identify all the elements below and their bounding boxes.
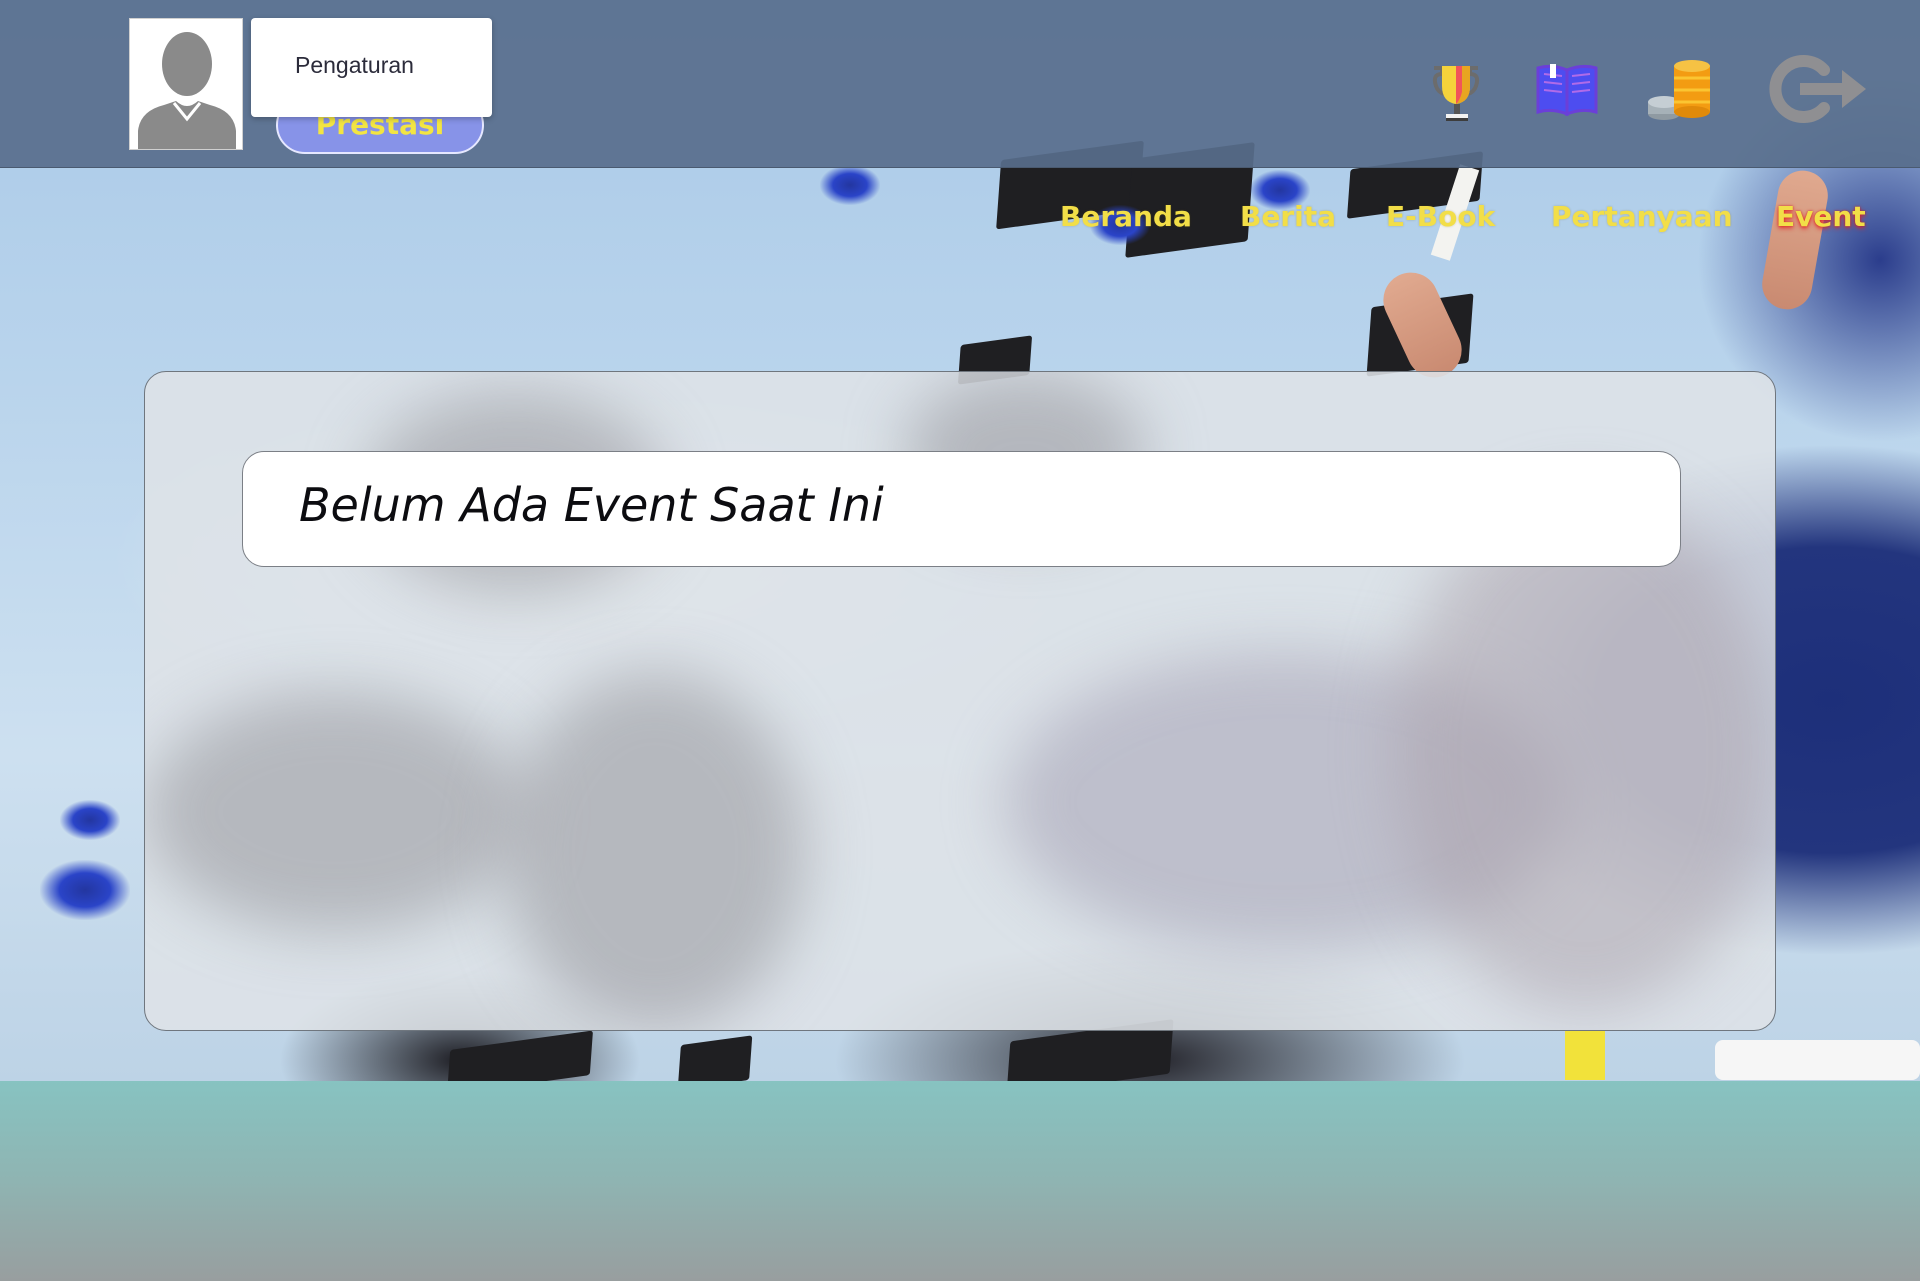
empty-event-message: Belum Ada Event Saat Ini — [299, 478, 884, 532]
blurred-shape — [145, 692, 525, 932]
blurred-shape — [1395, 492, 1775, 1012]
avatar[interactable] — [129, 18, 243, 150]
nav-item-pertanyaan[interactable]: Pertanyaan — [1551, 200, 1733, 233]
diploma-shape — [1715, 1040, 1920, 1080]
tassel-shape — [40, 860, 130, 920]
tassel-shape — [820, 165, 880, 205]
book-icon[interactable] — [1534, 62, 1600, 118]
stole-shape — [1565, 1030, 1605, 1080]
footer-area — [0, 1081, 1920, 1281]
page: Prestasi Pengaturan Beranda Berita E-Boo… — [0, 0, 1920, 1281]
nav-item-event[interactable]: Event — [1776, 200, 1866, 233]
nav-item-beranda[interactable]: Beranda — [1060, 200, 1192, 233]
user-silhouette-icon — [138, 32, 236, 149]
main-nav: Beranda Berita E-Book Pertanyaan Event — [0, 200, 1920, 250]
nav-item-ebook[interactable]: E-Book — [1386, 200, 1495, 233]
event-panel: Belum Ada Event Saat Ini — [144, 371, 1776, 1031]
nav-item-berita[interactable]: Berita — [1240, 200, 1336, 233]
blurred-shape — [505, 672, 805, 1030]
tassel-shape — [60, 800, 120, 840]
dropdown-item-pengaturan[interactable]: Pengaturan — [295, 52, 414, 79]
coins-icon[interactable] — [1648, 56, 1712, 122]
header-bar: Prestasi Pengaturan — [0, 0, 1920, 168]
logout-icon[interactable] — [1766, 54, 1870, 124]
trophy-icon[interactable] — [1428, 62, 1484, 124]
profile-dropdown-menu: Pengaturan — [251, 18, 492, 117]
event-empty-card: Belum Ada Event Saat Ini — [242, 451, 1681, 567]
